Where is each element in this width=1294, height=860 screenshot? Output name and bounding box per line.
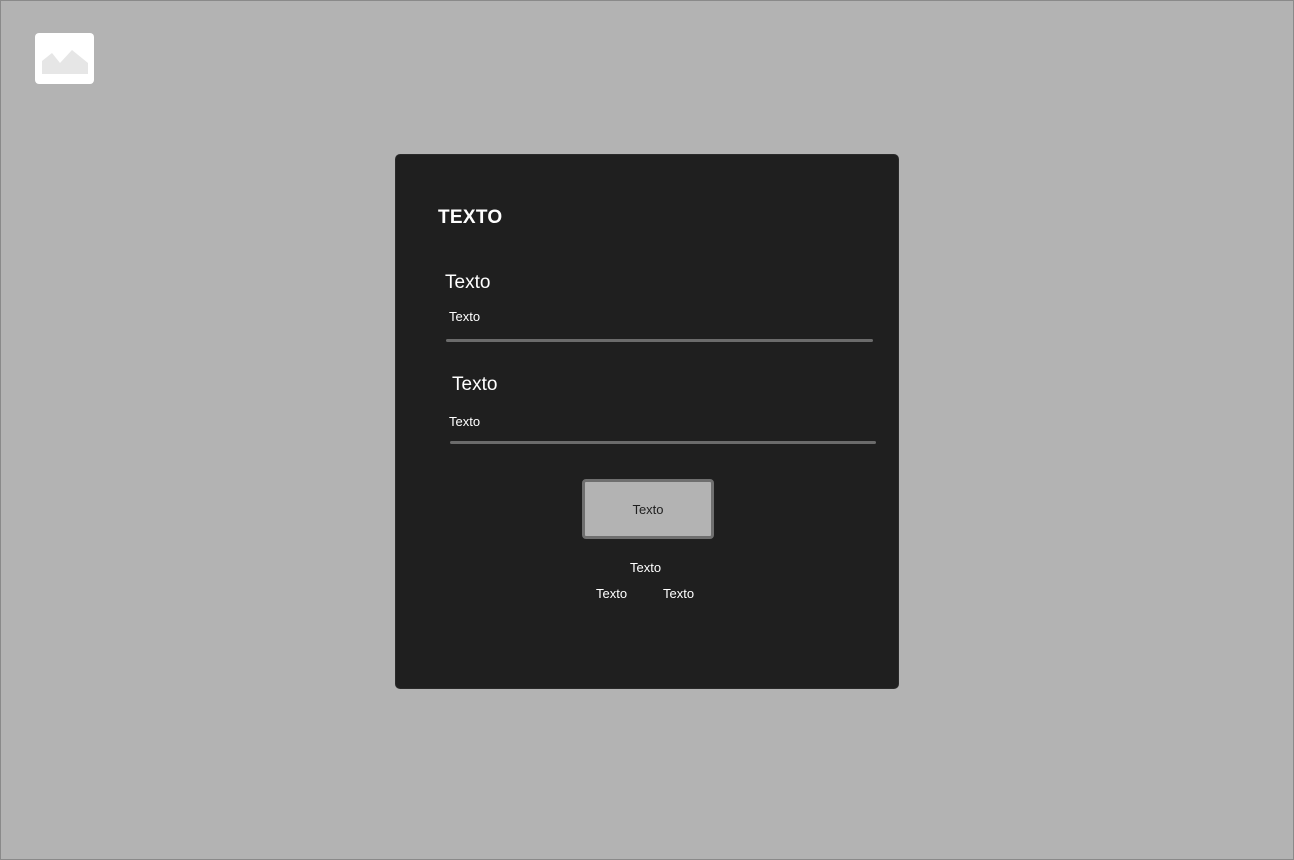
link-right[interactable]: Texto [663,586,694,601]
text-field-1[interactable]: Texto [449,309,480,324]
field-label-2: Texto [452,374,498,395]
submit-button[interactable]: Texto [582,479,714,539]
text-field-2-underline [450,441,876,444]
text-field-2[interactable]: Texto [449,414,480,429]
link-center[interactable]: Texto [630,560,661,575]
login-card: TEXTO Texto Texto Texto Texto Texto Text… [396,155,898,688]
link-left[interactable]: Texto [596,586,627,601]
card-title: TEXTO [438,207,503,228]
text-field-1-underline [446,339,873,342]
image-placeholder-icon [41,49,88,74]
field-label-1: Texto [445,272,491,293]
logo [35,33,94,84]
